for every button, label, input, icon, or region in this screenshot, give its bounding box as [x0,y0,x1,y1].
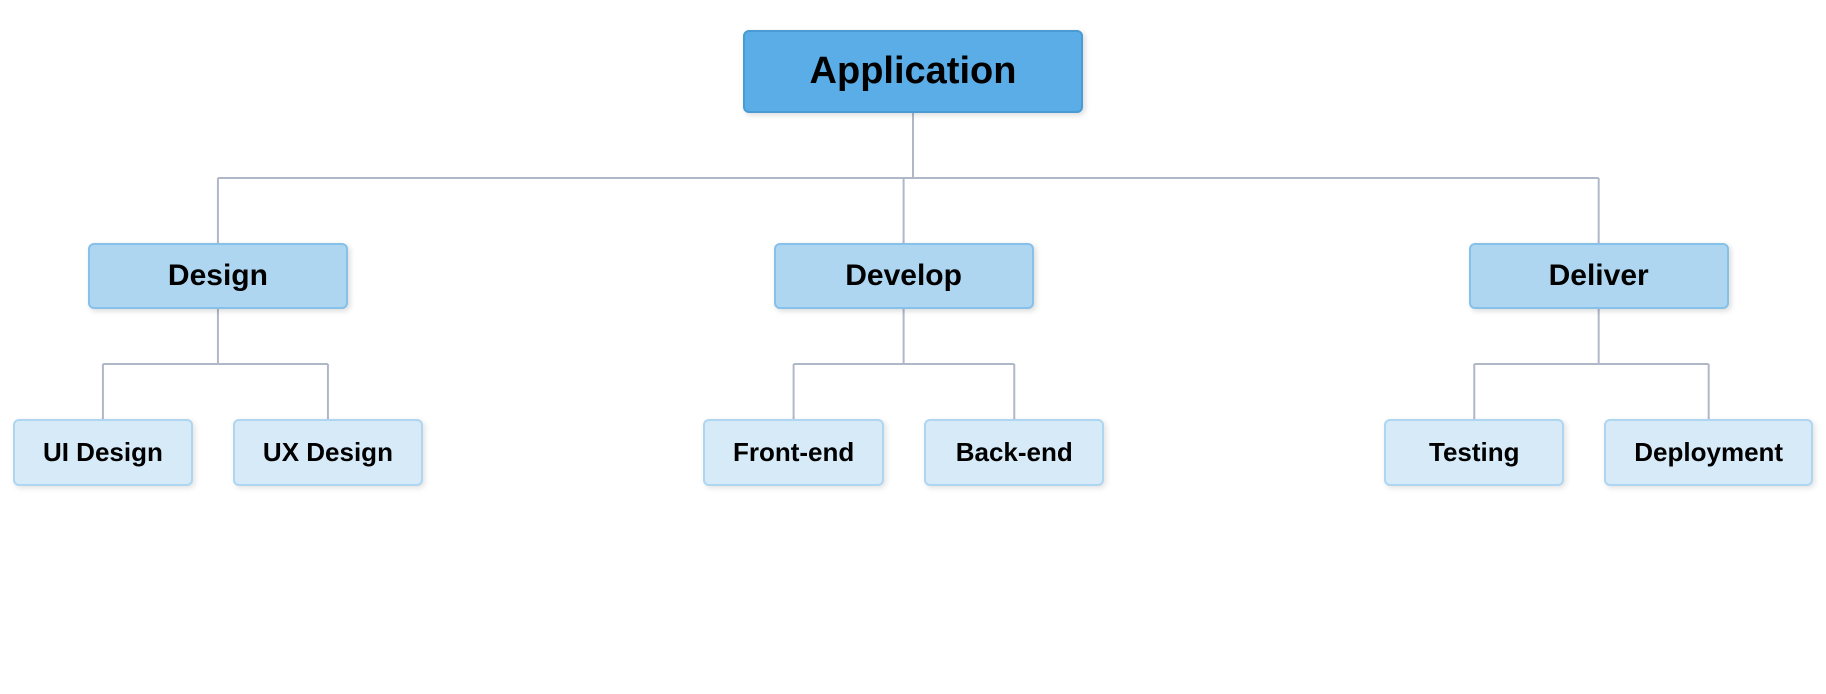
node-develop: Develop [774,243,1034,309]
group-design: Design UI Design UX Design [13,243,423,486]
node-deployment: Deployment [1604,419,1813,486]
node-backend: Back-end [924,419,1104,486]
node-application: Application [743,30,1083,113]
node-ux-design: UX Design [233,419,423,486]
node-ui-design: UI Design [13,419,193,486]
node-deliver: Deliver [1469,243,1729,309]
node-testing: Testing [1384,419,1564,486]
group-develop: Develop Front-end Back-end [703,243,1104,486]
org-chart: Application Design UI Design UX Design D… [0,0,1826,694]
node-design: Design [88,243,348,309]
node-frontend: Front-end [703,419,884,486]
group-deliver: Deliver Testing Deployment [1384,243,1813,486]
